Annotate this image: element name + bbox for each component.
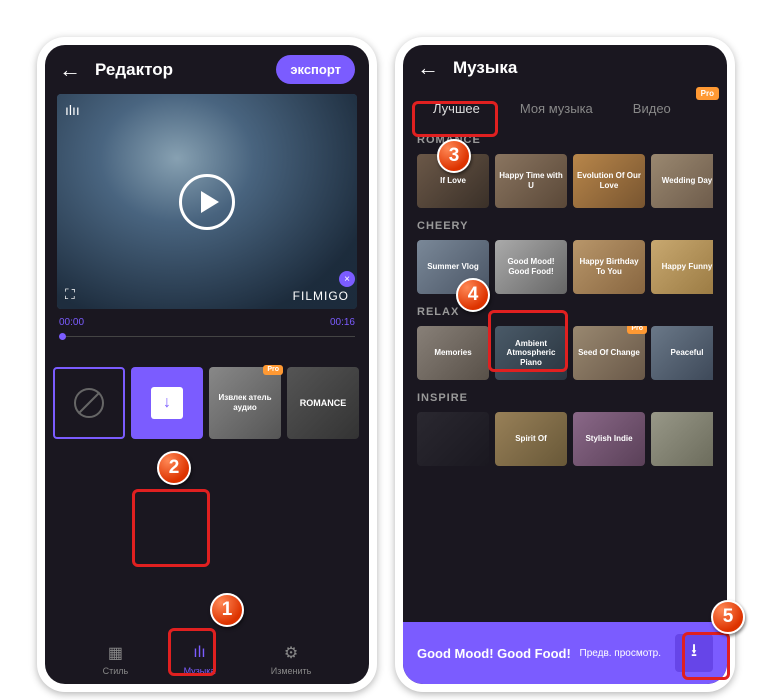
track-item[interactable]: Stylish Indie — [573, 412, 645, 466]
tab-best[interactable]: Лучшее — [415, 91, 498, 126]
callout-5: 5 — [711, 600, 745, 634]
now-playing-title: Good Mood! Good Food! — [417, 646, 580, 661]
track-item[interactable]: Happy Funny — [651, 240, 713, 294]
now-playing-bar: Good Mood! Good Food! Предв. просмотр. ⭳ — [403, 622, 727, 684]
track-item[interactable]: Good Mood! Good Food! — [495, 240, 567, 294]
music-header: ← Музыка — [403, 45, 727, 91]
nav-label: Изменить — [271, 666, 312, 676]
time-end: 00:16 — [330, 317, 355, 328]
pro-badge: Pro — [263, 365, 283, 375]
track-row: Memories Ambient Atmospheric Piano Pro Se… — [417, 326, 713, 380]
callout-1: 1 — [210, 593, 244, 627]
download-button[interactable]: ⭳ — [675, 634, 713, 672]
track-item[interactable] — [651, 412, 713, 466]
play-icon — [201, 191, 219, 213]
fullscreen-icon[interactable]: ⛶ — [65, 286, 75, 303]
export-button[interactable]: экспорт — [276, 55, 355, 84]
editor-title: Редактор — [95, 60, 276, 80]
nav-edit[interactable]: ⚙ Изменить — [271, 643, 312, 676]
download-icon: ⭳ — [691, 638, 697, 668]
track-item[interactable]: Happy Birthday To You — [573, 240, 645, 294]
track-item[interactable]: Pro Seed Of Change — [573, 326, 645, 380]
track-item[interactable]: Peaceful — [651, 326, 713, 380]
tab-my-music[interactable]: Моя музыка — [502, 91, 611, 126]
back-icon[interactable]: ← — [59, 57, 81, 83]
play-button[interactable] — [179, 174, 235, 230]
editor-screen: ← Редактор экспорт ılıı ⛶ × FILMIGO 00:0… — [45, 45, 369, 684]
callout-2: 2 — [157, 451, 191, 485]
edit-icon: ⚙ — [281, 643, 301, 663]
pro-badge: Pro — [696, 87, 719, 100]
track-item[interactable]: Memories — [417, 326, 489, 380]
track-label: Seed Of Change — [578, 348, 640, 358]
watermark-close-icon[interactable]: × — [339, 271, 355, 287]
preview-button[interactable]: Предв. просмотр. — [580, 648, 661, 659]
thumb-download-music[interactable]: ↓ — [131, 367, 203, 439]
track-item[interactable]: Wedding Day — [651, 154, 713, 208]
equalizer-icon[interactable]: ılıı — [65, 102, 80, 118]
music-icon: ılı — [189, 643, 209, 663]
phone-music: ← Музыка Лучшее Моя музыка Видео Pro ROM… — [395, 37, 735, 692]
back-icon[interactable]: ← — [417, 55, 439, 81]
category-relax: RELAX Memories Ambient Atmospheric Piano… — [403, 298, 727, 384]
music-tabs: Лучшее Моя музыка Видео Pro — [403, 91, 727, 126]
time-start: 00:00 — [59, 317, 84, 328]
track-row: Spirit Of Stylish Indie — [417, 412, 713, 466]
tab-video[interactable]: Видео — [615, 91, 689, 126]
music-thumbnails: ↓ Pro Извлек атель аудио ROMANCE — [45, 337, 369, 449]
thumb-romance[interactable]: ROMANCE — [287, 367, 359, 439]
track-item[interactable]: Spirit Of — [495, 412, 567, 466]
style-icon: ▦ — [105, 643, 125, 663]
video-preview[interactable]: ılıı ⛶ × FILMIGO — [57, 94, 357, 309]
track-item[interactable]: Happy Time with U — [495, 154, 567, 208]
thumb-label: Извлек атель аудио — [213, 393, 277, 412]
nav-label: Музыка — [184, 666, 216, 676]
track-item[interactable] — [417, 412, 489, 466]
track-item[interactable]: Ambient Atmospheric Piano — [495, 326, 567, 380]
thumb-audio-extractor[interactable]: Pro Извлек атель аудио — [209, 367, 281, 439]
download-icon: ↓ — [151, 387, 183, 419]
editor-header: ← Редактор экспорт — [45, 45, 369, 94]
music-title: Музыка — [453, 58, 713, 78]
bottom-nav: ▦ Стиль ılı Музыка ⚙ Изменить — [45, 635, 369, 684]
phone-editor: ← Редактор экспорт ılıı ⛶ × FILMIGO 00:0… — [37, 37, 377, 692]
nav-label: Стиль — [103, 666, 129, 676]
category-inspire: INSPIRE Spirit Of Stylish Indie — [403, 384, 727, 470]
category-cheery: CHEERY Summer Vlog Good Mood! Good Food!… — [403, 212, 727, 298]
thumb-no-music[interactable] — [53, 367, 125, 439]
nav-style[interactable]: ▦ Стиль — [103, 643, 129, 676]
track-item[interactable]: Evolution Of Our Love — [573, 154, 645, 208]
thumb-label: ROMANCE — [300, 398, 347, 408]
callout-3: 3 — [437, 139, 471, 173]
nav-music[interactable]: ılı Музыка — [184, 643, 216, 676]
watermark-text: FILMIGO — [293, 289, 349, 303]
timeline-labels: 00:00 00:16 — [45, 309, 369, 336]
pro-badge: Pro — [627, 326, 647, 334]
timeline-slider[interactable] — [59, 336, 355, 337]
category-title: INSPIRE — [417, 392, 713, 404]
category-title: CHEERY — [417, 220, 713, 232]
callout-4: 4 — [456, 278, 490, 312]
